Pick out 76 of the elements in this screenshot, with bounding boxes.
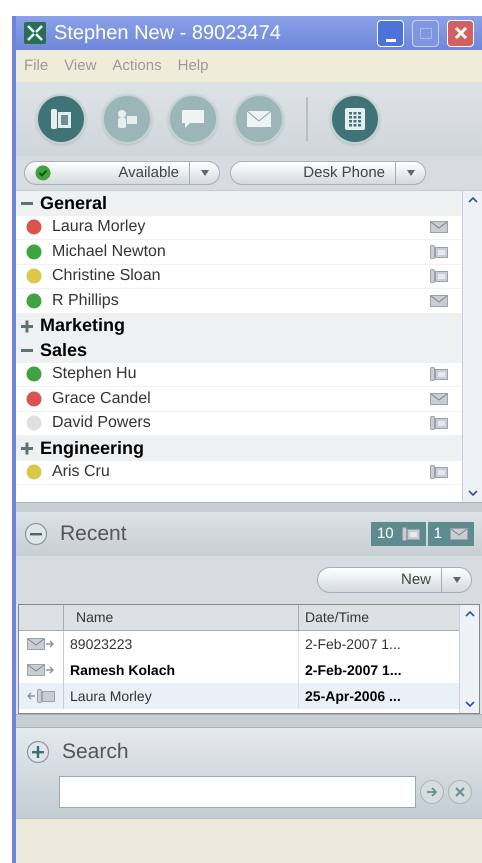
dialpad-button[interactable]	[330, 94, 380, 144]
column-header[interactable]: Date/Time	[299, 605, 459, 630]
incoming-call-icon	[27, 689, 55, 703]
envelope-icon	[246, 109, 272, 129]
table-cell-text: 2-Feb-2007 1...	[304, 660, 402, 680]
desk-phone-icon	[430, 416, 448, 430]
keypad-icon	[344, 107, 366, 131]
scroll-down-icon[interactable]	[464, 701, 474, 707]
expand-icon[interactable]	[20, 318, 34, 333]
expand-icon[interactable]	[20, 441, 34, 456]
unread-counter[interactable]: 10	[370, 522, 426, 546]
unread-counter[interactable]: 1	[428, 522, 474, 546]
contact-row[interactable]: Grace Candel	[16, 387, 462, 412]
table-cell: 89023223	[64, 631, 299, 657]
expand-icon[interactable]	[26, 740, 50, 764]
caret-icon	[406, 169, 416, 177]
status-icon	[26, 268, 42, 284]
table-cell: Laura Morley	[64, 683, 299, 709]
go-button[interactable]	[420, 780, 444, 804]
contact-row[interactable]: Christine Sloan	[16, 264, 462, 289]
arrow-right-icon	[426, 786, 438, 798]
group-header[interactable]: Marketing	[16, 314, 462, 338]
app-icon	[24, 22, 46, 44]
scroll-up-icon[interactable]	[464, 611, 474, 617]
section-title: Recent	[60, 521, 128, 548]
check-icon	[35, 165, 51, 181]
group-header[interactable]: Engineering	[16, 436, 462, 460]
status-icon	[26, 244, 42, 260]
status-icon	[26, 219, 42, 236]
group-header[interactable]: General	[16, 191, 462, 216]
envelope-icon	[430, 392, 448, 405]
outgoing-email-icon	[27, 664, 55, 676]
caret-icon	[200, 169, 210, 177]
close-button[interactable]	[447, 20, 474, 46]
desk-phone-icon	[48, 106, 74, 132]
close-icon	[454, 26, 468, 40]
envelope-icon	[450, 528, 468, 540]
scroll-up-icon[interactable]	[468, 197, 478, 203]
section-title: Search	[62, 739, 129, 765]
group-header[interactable]: Sales	[16, 338, 462, 362]
scrollbar[interactable]	[462, 191, 482, 502]
presence-dropdown[interactable]: Available	[24, 161, 220, 185]
clear-button[interactable]	[448, 780, 472, 804]
desk-phone-icon	[430, 269, 448, 284]
search-field[interactable]	[59, 776, 416, 808]
collapse-icon[interactable]	[24, 522, 48, 546]
contact-row[interactable]: Michael Newton	[16, 240, 462, 264]
close-icon	[455, 786, 466, 796]
caret-icon	[452, 576, 462, 584]
table-cell-text: 2-Feb-2007 1...	[304, 634, 402, 654]
minimize-button[interactable]	[377, 20, 404, 46]
call-row[interactable]: Laura Morley 25-Apr-2006 ...	[19, 683, 459, 709]
envelope-icon	[430, 294, 448, 307]
contact-row[interactable]: Laura Morley	[16, 216, 462, 240]
status-icon	[26, 390, 42, 407]
scroll-down-icon[interactable]	[468, 490, 478, 496]
desk-phone-icon	[430, 465, 448, 480]
window-title: Stephen New - 89023474	[54, 21, 282, 46]
outgoing-email-icon	[27, 638, 55, 650]
call-row[interactable]: 89023223 2-Feb-2007 1...	[19, 631, 459, 657]
status-icon	[26, 292, 42, 309]
contact-row[interactable]: Stephen Hu	[16, 362, 462, 387]
scrollbar[interactable]	[459, 605, 479, 713]
table-cell-text: 25-Apr-2006 ...	[304, 686, 402, 706]
phone-button[interactable]	[36, 94, 86, 144]
new-dropdown[interactable]: New	[317, 567, 472, 593]
device-dropdown[interactable]: Desk Phone	[230, 161, 426, 185]
desk-phone-icon	[402, 527, 420, 541]
column-header[interactable]: Name	[64, 605, 299, 630]
desk-phone-icon	[430, 367, 448, 382]
contact-row[interactable]: Aris Cru	[16, 460, 462, 485]
status-icon	[26, 464, 42, 480]
status-icon	[26, 415, 42, 432]
envelope-icon	[430, 221, 448, 234]
status-icon	[26, 366, 42, 382]
desk-phone-icon	[430, 244, 448, 259]
